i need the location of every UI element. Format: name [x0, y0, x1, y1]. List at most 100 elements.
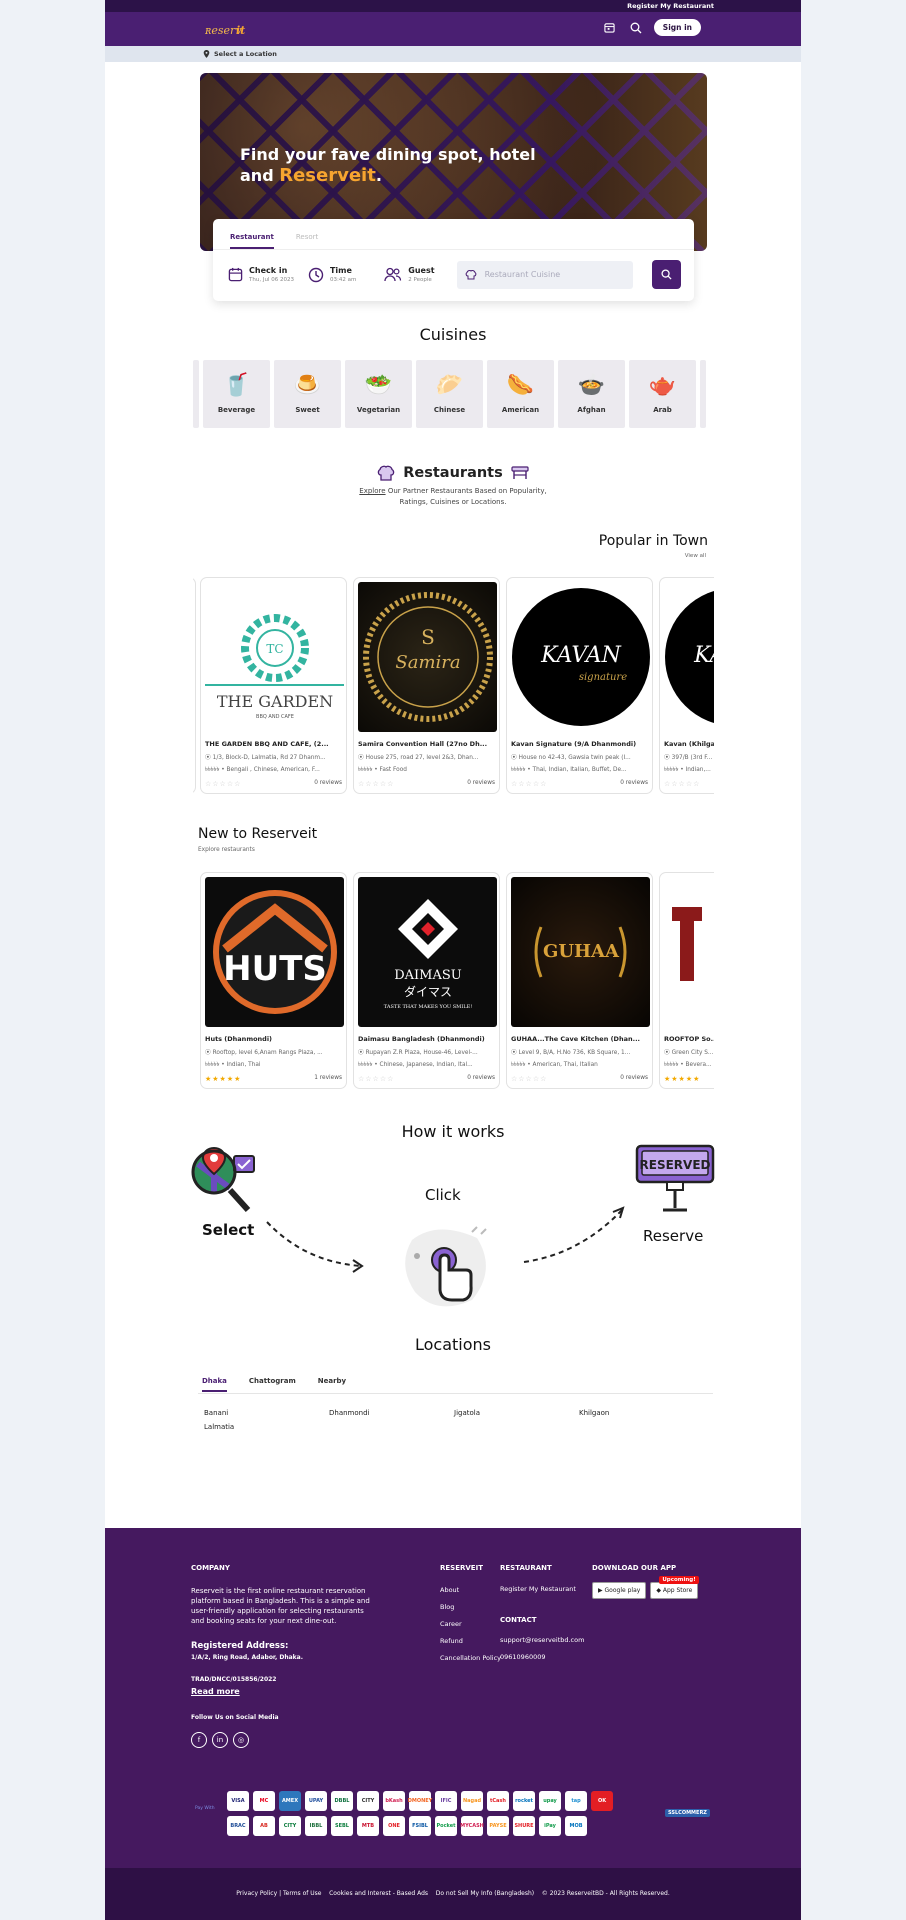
pot-icon: 🍲: [577, 373, 606, 398]
contact-email[interactable]: support@reserveitbd.com: [500, 1636, 584, 1644]
rating-stars: ☆☆☆☆☆: [511, 1075, 548, 1083]
checkin-field[interactable]: Check in Thu, Jul 06 2023: [228, 266, 294, 283]
sign-in-button[interactable]: Sign in: [653, 19, 701, 36]
copyright-text: © 2023 ReserveitBD - All Rights Reserved…: [541, 1890, 670, 1897]
rating-stars: ☆☆☆☆☆: [511, 780, 548, 788]
location-item[interactable]: Banani: [204, 1409, 329, 1417]
review-count: 1 reviews: [314, 1075, 342, 1081]
location-item[interactable]: Jigatola: [454, 1409, 579, 1417]
pay-with-label: Pay With: [195, 1806, 215, 1811]
explore-link[interactable]: Explore: [359, 487, 385, 495]
restaurants-title: Restaurants: [105, 464, 801, 482]
tab-restaurant[interactable]: Restaurant: [230, 233, 274, 249]
restaurant-categories: ৳৳৳৳৳ • American, Thai, Italian: [511, 1062, 598, 1068]
review-count: 0 reviews: [620, 780, 648, 786]
tab-nearby[interactable]: Nearby: [318, 1377, 346, 1392]
footer-register-link[interactable]: Register My Restaurant: [500, 1585, 576, 1593]
location-item[interactable]: Khilgaon: [579, 1409, 704, 1417]
linkedin-icon[interactable]: in: [212, 1732, 228, 1748]
footer-link-about[interactable]: About: [440, 1586, 459, 1594]
restaurant-card[interactable]: S Samira Samira Convention Hall (27no Dh…: [353, 577, 500, 794]
restaurant-logo-kavan: KAVAN signature: [511, 582, 650, 732]
footer-link-refund[interactable]: Refund: [440, 1637, 463, 1645]
restaurant-logo-guhaa: GUHAA: [511, 877, 650, 1027]
restaurant-card[interactable]: TC THE GARDEN BBQ AND CAFE THE GARDEN BB…: [200, 577, 347, 794]
navbar: ʀeserv it Sign in: [105, 12, 801, 46]
cuisine-card-partial[interactable]: [700, 360, 706, 428]
location-item[interactable]: Dhanmondi: [329, 1409, 454, 1417]
app-store-button[interactable]: ◆ App Store Upcoming!: [650, 1576, 699, 1599]
time-field[interactable]: Time 03:42 am: [308, 266, 356, 283]
new-carousel: HUTS Huts (Dhanmondi) ⦿ Rooftop, level 6…: [193, 872, 714, 1092]
facebook-icon[interactable]: f: [191, 1732, 207, 1748]
cuisine-search-input[interactable]: Restaurant Cuisine: [456, 260, 633, 289]
search-tabs: Restaurant Resort: [213, 219, 694, 250]
restaurant-logo-kavan-khilgaon: KAVAN: [664, 582, 714, 732]
location-pin-icon: ⦿: [511, 1050, 519, 1056]
review-count: 0 reviews: [620, 1075, 648, 1081]
restaurant-categories: ৳৳৳৳৳ • Bengali , Chinese, American, F..…: [205, 767, 320, 773]
cuisine-card-american[interactable]: 🌭 American: [487, 360, 554, 428]
cuisine-card-partial[interactable]: [193, 360, 199, 428]
privacy-link[interactable]: Privacy Policy | Terms of Use: [236, 1890, 321, 1897]
tab-dhaka[interactable]: Dhaka: [202, 1377, 227, 1392]
cuisine-card-sweet[interactable]: 🍮 Sweet: [274, 360, 341, 428]
tcash-icon: tCash: [487, 1791, 509, 1811]
tab-resort[interactable]: Resort: [296, 233, 318, 249]
search-icon[interactable]: [628, 20, 644, 36]
restaurant-address: ⦿ Level 9, B/A, H.No 736, KB Square, 1..…: [511, 1050, 631, 1056]
restaurant-card[interactable]: GUHAA GUHAA...The Cave Kitchen (Dhan... …: [506, 872, 653, 1089]
guest-field[interactable]: Guest 2 People: [384, 266, 435, 283]
footer-link-career[interactable]: Career: [440, 1620, 462, 1628]
restaurant-card[interactable]: KAVAN Kavan (Khilga... ⦿ 397/B (3rd F...…: [659, 577, 714, 794]
cuisine-card-arab[interactable]: 🫖 Arab: [629, 360, 696, 428]
location-item[interactable]: Lalmatia: [204, 1423, 329, 1431]
cuisine-card-vegetarian[interactable]: 🥗 Vegetarian: [345, 360, 412, 428]
read-more-link[interactable]: Read more: [191, 1687, 240, 1696]
restaurant-card[interactable]: DAIMASU ダイマス TASTE THAT MAKES YOU SMILE!…: [353, 872, 500, 1089]
tab-chattogram[interactable]: Chattogram: [249, 1377, 296, 1392]
restaurant-logo-rooftop: [664, 877, 714, 1027]
calendar-icon[interactable]: [602, 20, 618, 36]
garden-logo-sub: BBQ AND CAFE: [256, 714, 294, 720]
instagram-icon[interactable]: ◎: [233, 1732, 249, 1748]
cuisine-card-chinese[interactable]: 🥟 Chinese: [416, 360, 483, 428]
restaurant-card[interactable]: KAVAN signature Kavan Signature (9/A Dha…: [506, 577, 653, 794]
restaurant-categories: ৳৳৳৳৳ • Bevera...: [664, 1062, 712, 1068]
company-description: Reserveit is the first online restaurant…: [191, 1587, 370, 1625]
popular-title: Popular in Town: [598, 533, 708, 549]
restaurant-name: Kavan Signature (9/A Dhanmondi): [511, 740, 637, 748]
register-restaurant-link[interactable]: Register My Restaurant: [627, 2, 714, 10]
page: Register My Restaurant ʀeserv it Sign in…: [105, 0, 801, 1920]
google-play-button[interactable]: ▶ Google play: [592, 1582, 647, 1599]
search-panel: Restaurant Resort Check in Thu, Jul 06 20…: [213, 219, 694, 301]
cuisine-card-afghan[interactable]: 🍲 Afghan: [558, 360, 625, 428]
footer-link-cancellation[interactable]: Cancellation Policy: [440, 1654, 501, 1662]
contact-phone[interactable]: 09610960009: [500, 1653, 546, 1661]
restaurant-address: ⦿ Green City S...: [664, 1050, 714, 1056]
location-pin-icon: ⦿: [358, 755, 366, 761]
search-submit-button[interactable]: [651, 260, 681, 289]
restaurant-card-partial[interactable]: [193, 577, 196, 794]
footer-link-blog[interactable]: Blog: [440, 1603, 454, 1611]
location-bar[interactable]: Select a Location: [105, 46, 801, 62]
huts-logo-text: HUTS: [223, 949, 327, 989]
bench-icon: [511, 466, 529, 479]
restaurant-card[interactable]: HUTS Huts (Dhanmondi) ⦿ Rooftop, level 6…: [200, 872, 347, 1089]
do-not-sell-link[interactable]: Do not Sell My Info (Bangladesh): [436, 1890, 534, 1897]
how-it-works: How it works Select Click Reserve RESERV…: [105, 1100, 801, 1320]
reserveit-heading: RESERVEIT: [440, 1564, 483, 1572]
logo[interactable]: ʀeserv it: [204, 21, 247, 37]
view-all-link[interactable]: View all: [685, 553, 706, 559]
dashed-arrow-icon: [266, 1221, 364, 1273]
rocket-icon: rocket: [513, 1791, 535, 1811]
shurecash-icon: SHURE: [513, 1816, 535, 1836]
review-count: 0 reviews: [467, 1075, 495, 1081]
restaurant-card[interactable]: ROOFTOP So... ⦿ Green City S... ৳৳৳৳৳ • …: [659, 872, 714, 1089]
restaurant-categories: ৳৳৳৳৳ • Fast Food: [358, 767, 407, 773]
dashed-arrow-icon: [523, 1206, 625, 1263]
top-strip: Register My Restaurant: [105, 0, 801, 12]
cookies-link[interactable]: Cookies and Interest - Based Ads: [329, 1890, 428, 1897]
cuisine-card-beverage[interactable]: 🥤 Beverage: [203, 360, 270, 428]
review-count: 0 reviews: [467, 780, 495, 786]
